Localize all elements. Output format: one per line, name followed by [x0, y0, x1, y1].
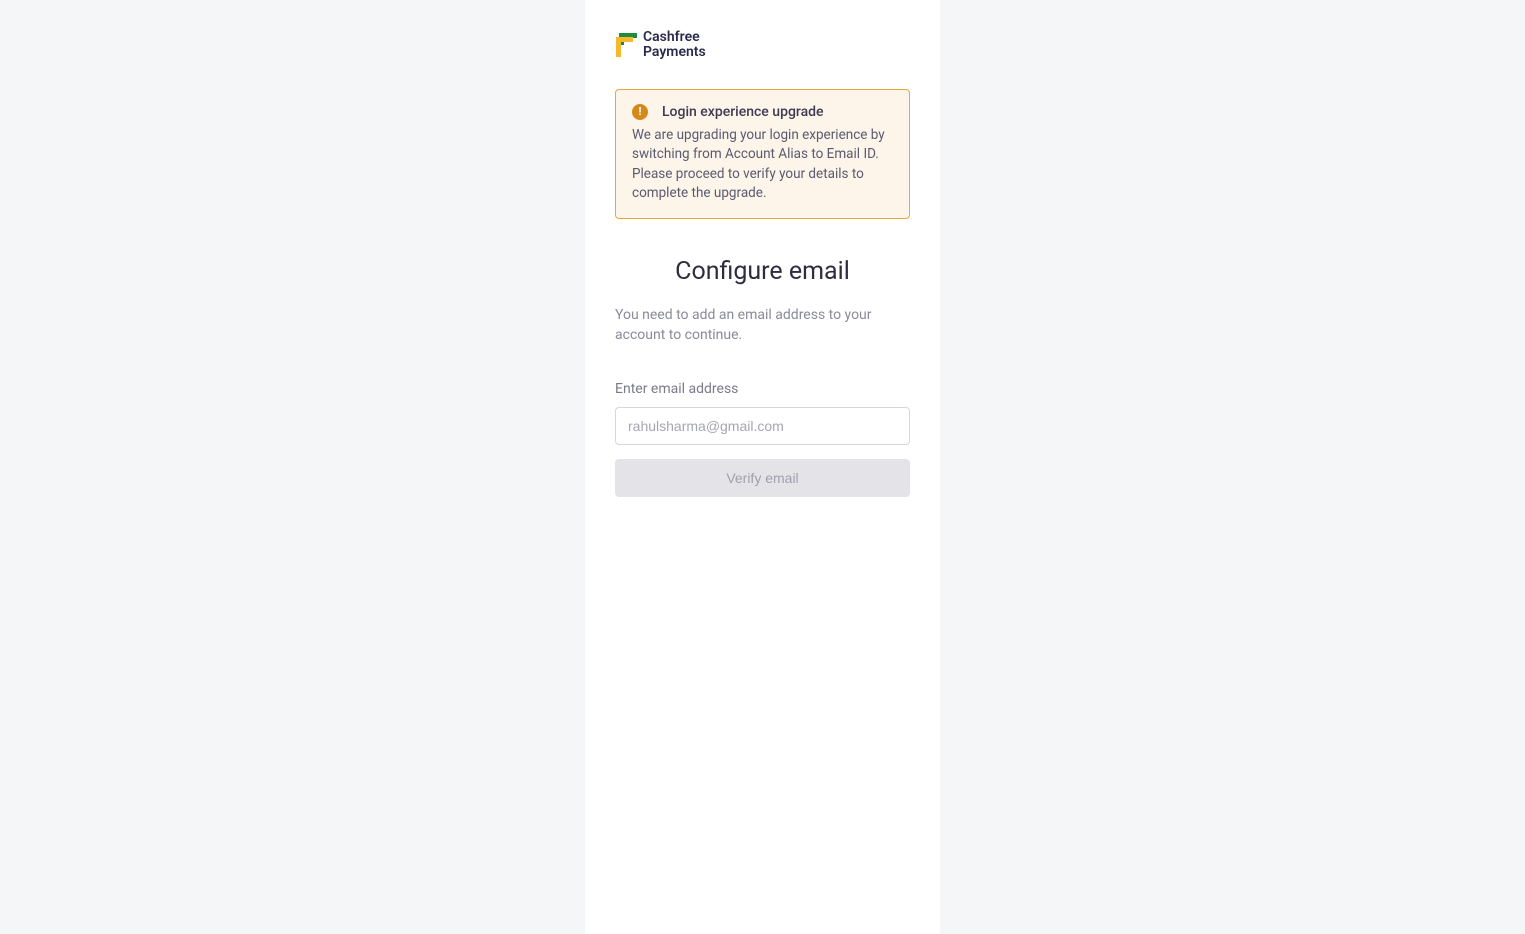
email-field[interactable] — [615, 407, 910, 445]
main-card: Cashfree Payments ! Login experience upg… — [585, 0, 940, 934]
email-label: Enter email address — [615, 381, 910, 397]
page-title: Configure email — [615, 257, 910, 286]
cashfree-logo-icon — [615, 31, 639, 59]
brand-name: Cashfree Payments — [643, 30, 706, 61]
verify-email-button[interactable]: Verify email — [615, 459, 910, 497]
alert-header: ! Login experience upgrade — [632, 104, 893, 120]
upgrade-alert: ! Login experience upgrade We are upgrad… — [615, 89, 910, 219]
page-subtitle: You need to add an email address to your… — [615, 306, 910, 345]
alert-title: Login experience upgrade — [662, 104, 824, 120]
brand-logo: Cashfree Payments — [615, 30, 910, 61]
exclamation-icon: ! — [632, 104, 648, 120]
alert-body: We are upgrading your login experience b… — [632, 126, 893, 204]
